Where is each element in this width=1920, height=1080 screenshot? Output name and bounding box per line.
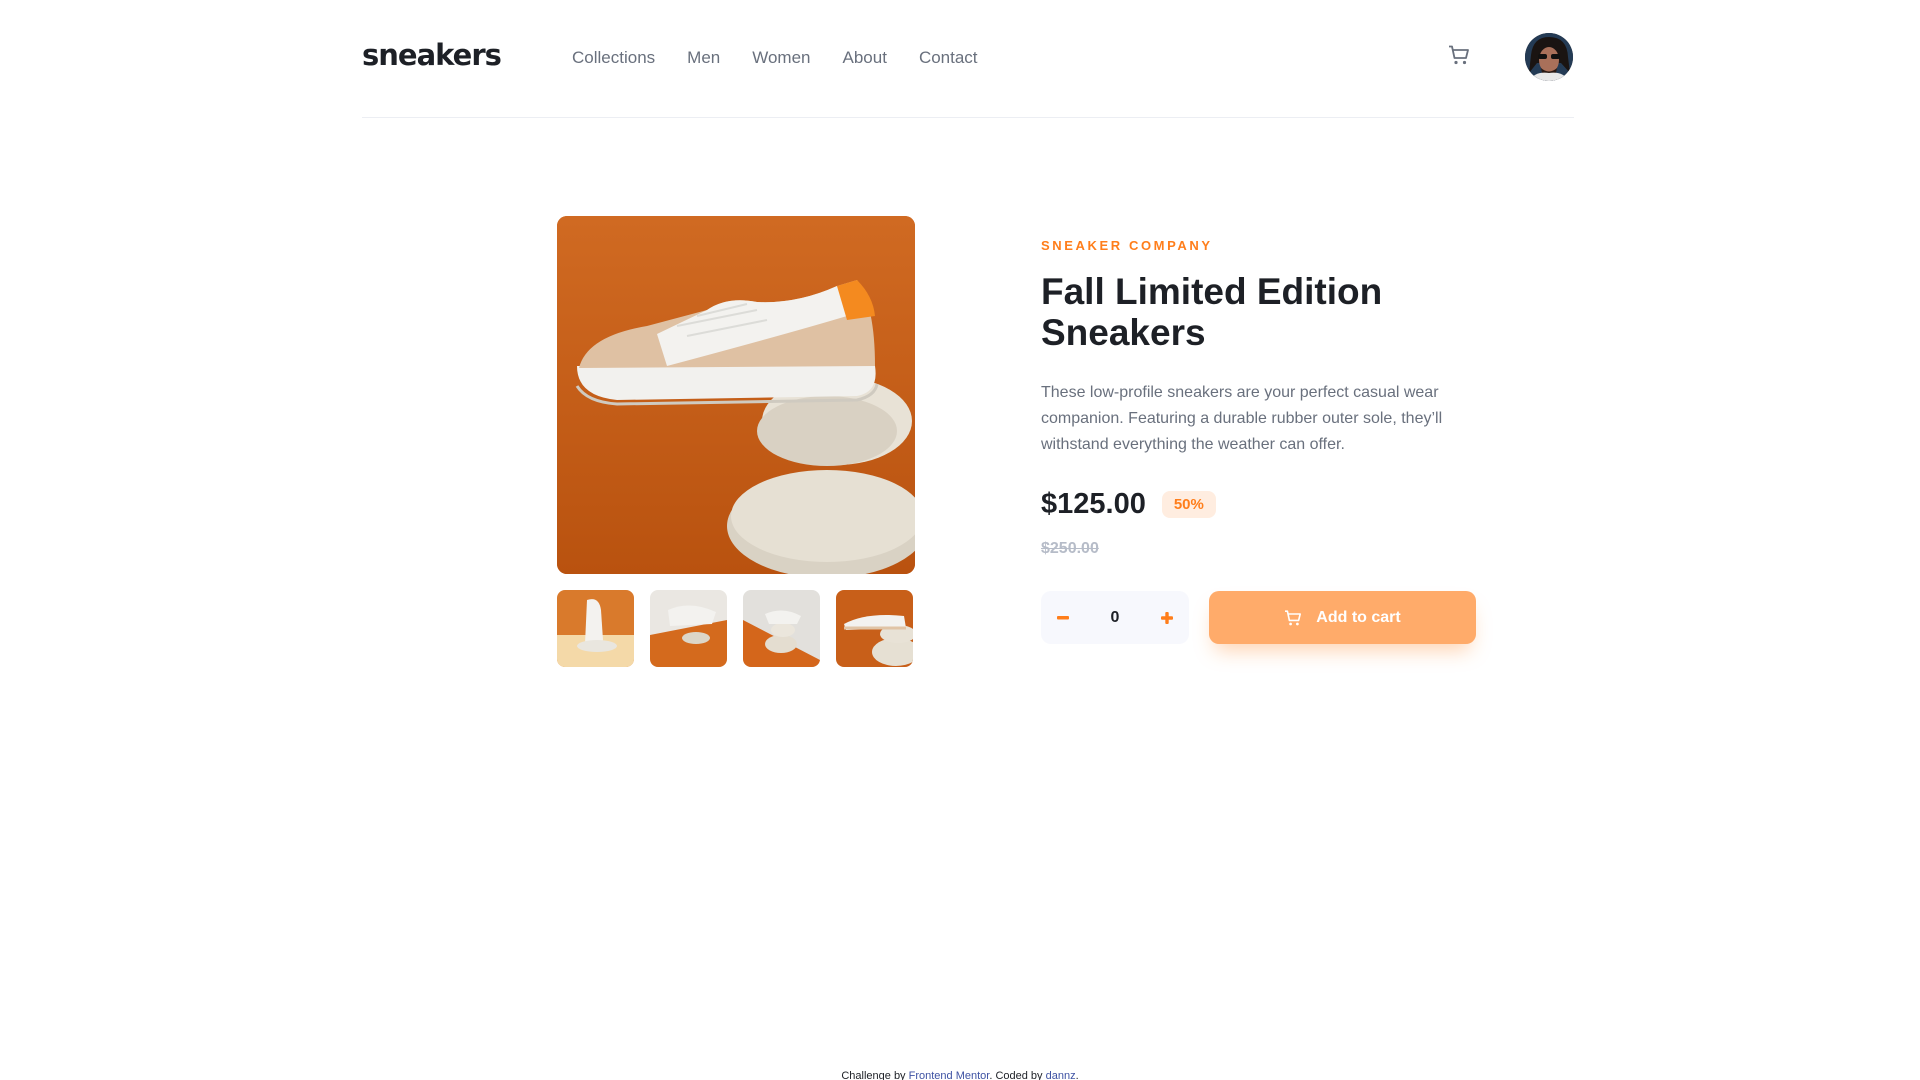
footer-text-3: . (1075, 1070, 1079, 1080)
product-main-image[interactable] (557, 216, 915, 574)
footer-text-1: Challenge by (841, 1070, 909, 1080)
current-price: $125.00 (1041, 488, 1146, 520)
author-link[interactable]: dannz (1046, 1070, 1076, 1080)
product-title-line1: Fall Limited Edition (1041, 271, 1383, 312)
logo[interactable]: sneakers (362, 38, 502, 72)
attribution-footer: Challenge by Frontend Mentor. Coded by d… (0, 1070, 1920, 1080)
cart-icon (1285, 609, 1302, 625)
add-to-cart-button[interactable]: Add to cart (1209, 591, 1476, 644)
nav-about[interactable]: About (843, 48, 887, 68)
thumbnail-strip (557, 590, 913, 667)
discount-badge: 50% (1161, 491, 1216, 518)
thumbnail-1[interactable] (557, 590, 634, 667)
avatar[interactable] (1525, 33, 1573, 81)
thumbnail-2[interactable] (650, 590, 727, 667)
site-header: sneakers Collections Men Women About Con… (362, 0, 1574, 118)
main-nav: Collections Men Women About Contact (572, 48, 978, 68)
product-title: Fall Limited Edition Sneakers (1041, 271, 1491, 353)
original-price: $250.00 (1041, 540, 1099, 557)
frontend-mentor-link[interactable]: Frontend Mentor (909, 1070, 990, 1080)
cart-icon[interactable] (1448, 45, 1474, 69)
minus-button[interactable] (1041, 591, 1085, 644)
nav-women[interactable]: Women (752, 48, 810, 68)
thumbnail-3[interactable] (743, 590, 820, 667)
quantity-stepper: 0 (1041, 591, 1189, 644)
plus-button[interactable] (1145, 591, 1189, 644)
plus-icon (1161, 611, 1173, 624)
nav-men[interactable]: Men (687, 48, 720, 68)
product-info: SNEAKER COMPANY Fall Limited Edition Sne… (1041, 238, 1491, 644)
add-to-cart-label: Add to cart (1316, 608, 1401, 626)
price-row: $125.00 50% (1041, 488, 1216, 521)
quantity-value: 0 (1110, 609, 1120, 626)
thumbnail-4[interactable] (836, 590, 913, 667)
nav-collections[interactable]: Collections (572, 48, 655, 68)
product-title-line2: Sneakers (1041, 312, 1206, 353)
footer-text-2: . Coded by (989, 1070, 1046, 1080)
product-description: These low-profile sneakers are your perf… (1041, 384, 1443, 453)
nav-contact[interactable]: Contact (919, 48, 978, 68)
minus-icon (1057, 615, 1069, 619)
company-label: SNEAKER COMPANY (1041, 238, 1213, 253)
